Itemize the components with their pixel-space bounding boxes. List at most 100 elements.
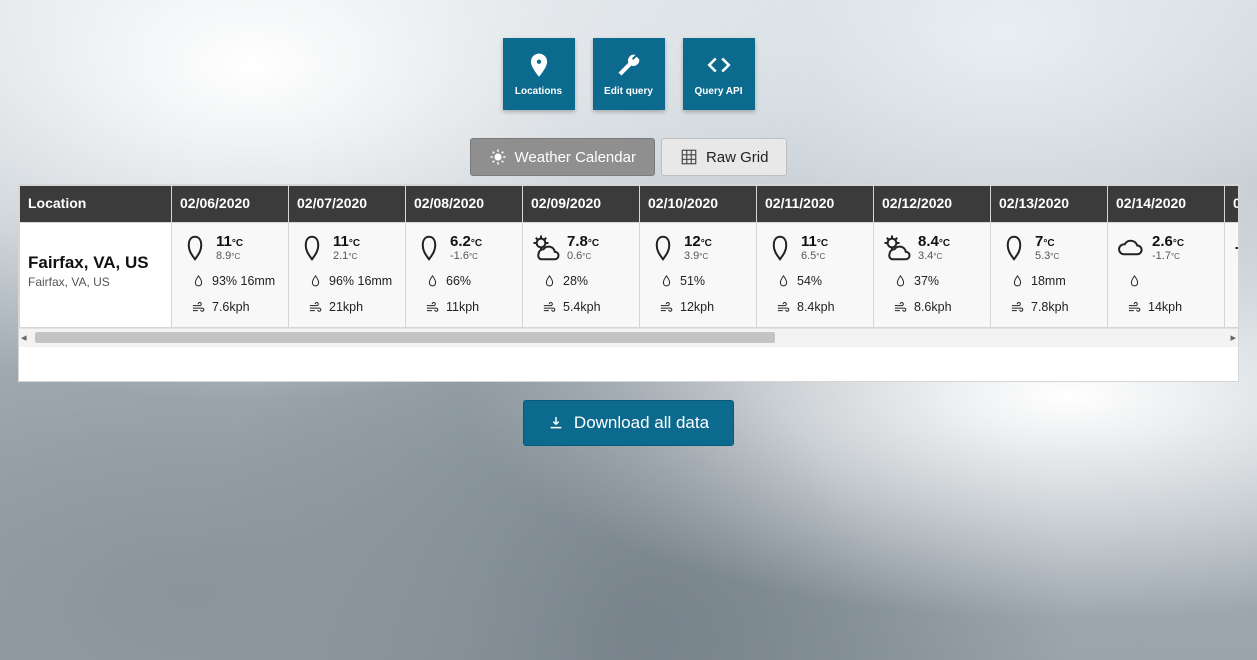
scroll-thumb[interactable]: [35, 332, 775, 343]
temp-low: 6.5°C: [801, 250, 828, 263]
rain-icon: [999, 233, 1029, 263]
drop-icon: [1126, 273, 1142, 289]
precip-value: 93% 16mm: [212, 274, 275, 288]
wind-icon: [307, 299, 323, 315]
day-cell: 6.2°C-1.6°C 66% 11kph: [406, 223, 523, 328]
date-header: 02/09/2020: [523, 186, 640, 223]
sun-icon: [489, 148, 507, 166]
date-header: 02/11/2020: [757, 186, 874, 223]
date-header: 02/13/2020: [991, 186, 1108, 223]
day-cell: 7.8°C0.6°C 28% 5.4kph: [523, 223, 640, 328]
temp-low: 8.9°C: [216, 250, 243, 263]
locations-tile-label: Locations: [515, 86, 562, 97]
precip-value: 54%: [797, 274, 822, 288]
wrench-icon: [616, 52, 642, 78]
scroll-left-arrow[interactable]: ◂: [21, 331, 27, 344]
drop-icon: [658, 273, 674, 289]
day-cell: 8.4°C3.4°C 37% 8.6kph: [874, 223, 991, 328]
raw-grid-toggle[interactable]: Raw Grid: [661, 138, 788, 176]
location-title: Fairfax, VA, US: [28, 253, 163, 273]
wind-icon: [424, 299, 440, 315]
weather-panel: Location02/06/202002/07/202002/08/202002…: [18, 184, 1239, 382]
date-header: 02/15/2020: [1225, 186, 1239, 223]
code-icon: [706, 52, 732, 78]
temp-high: 7.8°C: [567, 233, 599, 250]
wind-value: 8.6kph: [914, 300, 952, 314]
temp-low: -1.7°C: [1152, 250, 1184, 263]
weather-calendar-toggle[interactable]: Weather Calendar: [470, 138, 655, 176]
wind-icon: [190, 299, 206, 315]
temp-high: 11°C: [216, 233, 243, 250]
location-cell: Fairfax, VA, US Fairfax, VA, US: [20, 223, 172, 328]
date-header: 02/12/2020: [874, 186, 991, 223]
wind-icon: [541, 299, 557, 315]
temp-high: 6.2°C: [450, 233, 482, 250]
date-header: 02/07/2020: [289, 186, 406, 223]
raw-grid-label: Raw Grid: [706, 149, 769, 166]
day-cell: 2.6°C-1.7°C 14kph: [1108, 223, 1225, 328]
wind-icon: [1126, 299, 1142, 315]
temp-low: 2.1°C: [333, 250, 360, 263]
precip-value: 66%: [446, 274, 471, 288]
precip-value: 51%: [680, 274, 705, 288]
temp-high: 2.6°C: [1152, 233, 1184, 250]
partly-icon: [531, 233, 561, 263]
edit-query-tile[interactable]: Edit query: [593, 38, 665, 110]
precip-value: 96% 16mm: [329, 274, 392, 288]
wind-value: 8.4kph: [797, 300, 835, 314]
wind-icon: [892, 299, 908, 315]
temp-low: 0.6°C: [567, 250, 599, 263]
precip-value: 18mm: [1031, 274, 1066, 288]
temp-low: 3.4°C: [918, 250, 950, 263]
rain-icon: [180, 233, 210, 263]
horizontal-scrollbar[interactable]: ◂ ▸: [19, 328, 1238, 347]
wind-icon: [1009, 299, 1025, 315]
wind-value: 7.8kph: [1031, 300, 1069, 314]
wind-icon: [658, 299, 674, 315]
drop-icon: [424, 273, 440, 289]
query-api-tile[interactable]: Query API: [683, 38, 755, 110]
drop-icon: [1009, 273, 1025, 289]
location-header: Location: [20, 186, 172, 223]
cloud-icon: [1116, 233, 1146, 263]
weather-calendar-label: Weather Calendar: [515, 149, 636, 166]
wind-value: 14kph: [1148, 300, 1182, 314]
sun-icon: [1233, 233, 1238, 263]
query-api-tile-label: Query API: [695, 86, 743, 97]
locations-tile[interactable]: Locations: [503, 38, 575, 110]
temp-high: 12°C: [684, 233, 712, 250]
drop-icon: [190, 273, 206, 289]
wind-value: 12kph: [680, 300, 714, 314]
pin-icon: [526, 52, 552, 78]
precip-value: 28%: [563, 274, 588, 288]
temp-high: 11°C: [801, 233, 828, 250]
edit-query-tile-label: Edit query: [604, 86, 653, 97]
day-cell: 7°C5.3°C18mm7.8kph: [991, 223, 1108, 328]
temp-high: 11°C: [333, 233, 360, 250]
day-cell: 11°C8.9°C 93% 16mm 7.6kph: [172, 223, 289, 328]
temp-low: 3.9°C: [684, 250, 712, 263]
drop-icon: [541, 273, 557, 289]
wind-value: 21kph: [329, 300, 363, 314]
download-icon: [548, 415, 564, 431]
temp-low: -1.6°C: [450, 250, 482, 263]
temp-high: 7°C: [1035, 233, 1059, 250]
weather-table: Location02/06/202002/07/202002/08/202002…: [19, 185, 1238, 328]
download-all-button[interactable]: Download all data: [523, 400, 734, 446]
wind-value: 11kph: [446, 300, 479, 314]
wind-value: 7.6kph: [212, 300, 250, 314]
wind-icon: [775, 299, 791, 315]
day-cell: 11°C6.5°C 54% 8.4kph: [757, 223, 874, 328]
date-header: 02/06/2020: [172, 186, 289, 223]
wind-value: 5.4kph: [563, 300, 601, 314]
partly-icon: [882, 233, 912, 263]
precip-value: 37%: [914, 274, 939, 288]
day-cell: 12°C3.9°C 51% 12kph: [640, 223, 757, 328]
location-subtitle: Fairfax, VA, US: [28, 275, 163, 289]
date-header: 02/08/2020: [406, 186, 523, 223]
temp-high: 8.4°C: [918, 233, 950, 250]
rain-icon: [297, 233, 327, 263]
scroll-right-arrow[interactable]: ▸: [1230, 331, 1236, 344]
date-header: 02/10/2020: [640, 186, 757, 223]
drop-icon: [775, 273, 791, 289]
